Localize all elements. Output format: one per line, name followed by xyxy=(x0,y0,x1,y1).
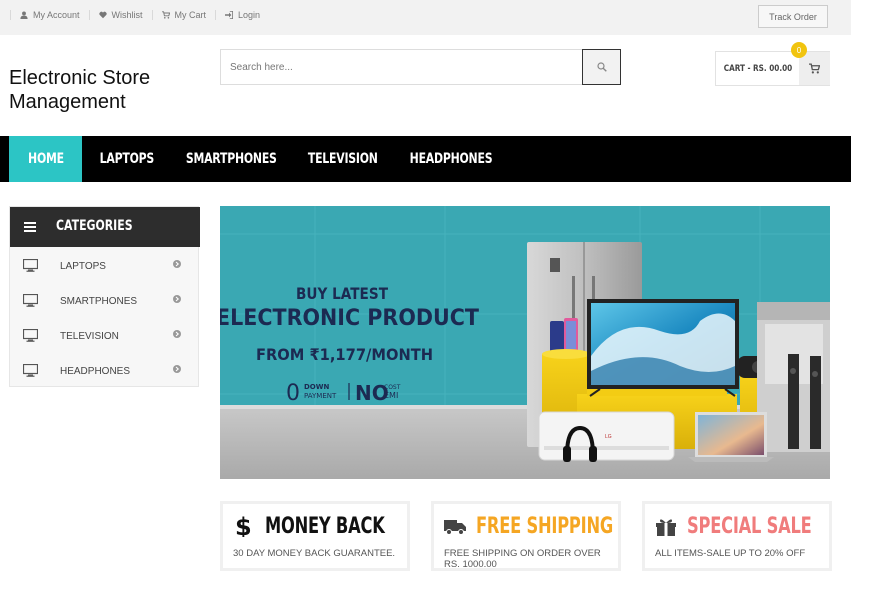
cart-icon-box xyxy=(799,52,830,85)
my-cart-label: My Cart xyxy=(174,10,207,20)
cart-icon xyxy=(161,11,170,19)
monitor-icon xyxy=(23,364,38,377)
nav-laptops[interactable]: LAPTOPS xyxy=(90,136,164,182)
category-label: LAPTOPS xyxy=(60,261,106,272)
feature-free-shipping: FREE SHIPPING FREE SHIPPING ON ORDER OVE… xyxy=(431,501,621,571)
category-item-smartphones[interactable]: SMARTPHONES xyxy=(10,284,200,319)
svg-text:EMI: EMI xyxy=(384,391,398,400)
cart-count-badge: 0 xyxy=(791,42,807,58)
svg-text:$: $ xyxy=(235,515,252,537)
truck-icon xyxy=(444,520,466,535)
category-label: SMARTPHONES xyxy=(60,296,138,307)
svg-text:PAYMENT: PAYMENT xyxy=(304,392,337,400)
svg-text:DOWN: DOWN xyxy=(304,383,329,391)
search-button[interactable] xyxy=(582,49,621,85)
nav-television[interactable]: TELEVISION xyxy=(298,136,388,182)
wishlist-link[interactable]: Wishlist xyxy=(88,10,152,20)
category-item-headphones[interactable]: HEADPHONES xyxy=(10,354,200,389)
banner-line-3: FROM ₹1,177/MONTH xyxy=(256,345,433,364)
store-title[interactable]: Electronic Store Management xyxy=(9,66,209,114)
chevron-circle-right-icon xyxy=(173,330,181,338)
feature-title: MONEY BACK xyxy=(265,514,385,539)
monitor-icon xyxy=(23,294,38,307)
feature-desc: FREE SHIPPING ON ORDER OVER RS. 1000.00 xyxy=(444,548,601,570)
category-label: TELEVISION xyxy=(60,331,119,342)
nav-laptops-label: LAPTOPS xyxy=(99,151,155,167)
categories-panel: CATEGORIES LAPTOPS SMARTPHONES TELEVISIO… xyxy=(9,206,200,389)
cart-icon xyxy=(809,63,820,74)
search-icon xyxy=(596,62,607,72)
nav-home[interactable]: HOME xyxy=(9,136,82,182)
feature-desc: 30 DAY MONEY BACK GUARANTEE. xyxy=(233,548,396,559)
monitor-icon xyxy=(23,259,38,272)
nav-smartphones[interactable]: SMARTPHONES xyxy=(172,136,290,182)
login-link[interactable]: Login xyxy=(215,10,269,20)
menu-icon xyxy=(24,222,36,232)
feature-desc: ALL ITEMS-SALE UP TO 20% OFF xyxy=(655,548,806,559)
monitor-icon xyxy=(23,329,38,342)
nav-television-label: TELEVISION xyxy=(308,151,378,167)
main-nav: HOME LAPTOPS SMARTPHONES TELEVISION HEAD… xyxy=(0,136,851,182)
feature-special-sale: SPECIAL SALE ALL ITEMS-SALE UP TO 20% OF… xyxy=(642,501,832,571)
sign-in-icon xyxy=(225,11,234,19)
search-input[interactable] xyxy=(221,50,582,84)
nav-home-label: HOME xyxy=(27,151,64,167)
wishlist-label: Wishlist xyxy=(111,10,143,20)
cart-total: CART - RS. 00.00 xyxy=(723,63,793,74)
categories-title: CATEGORIES xyxy=(56,218,133,234)
chevron-circle-right-icon xyxy=(173,365,181,373)
store-title-line1: Electronic Store xyxy=(9,67,151,89)
top-links: My Account Wishlist My Cart Login xyxy=(10,10,269,20)
user-icon xyxy=(20,11,28,19)
store-title-line2: Management xyxy=(9,91,126,113)
cart-button[interactable]: CART - RS. 00.00 xyxy=(715,51,830,86)
top-bar: My Account Wishlist My Cart Login Track … xyxy=(0,0,851,35)
categories-header[interactable]: CATEGORIES xyxy=(10,207,200,247)
banner-line-2: ELECTRONIC PRODUCT xyxy=(220,306,479,331)
banner-artwork: LG BUY LATEST ELECTRONIC PRODUCT FROM ₹1… xyxy=(220,206,830,479)
my-cart-link[interactable]: My Cart xyxy=(151,10,216,20)
feature-money-back: $ MONEY BACK 30 DAY MONEY BACK GUARANTEE… xyxy=(220,501,410,571)
gift-icon xyxy=(656,519,676,536)
category-item-television[interactable]: TELEVISION xyxy=(10,319,200,354)
promo-banner[interactable]: LG BUY LATEST ELECTRONIC PRODUCT FROM ₹1… xyxy=(220,206,830,479)
category-item-laptops[interactable]: LAPTOPS xyxy=(10,249,200,284)
feature-title: SPECIAL SALE xyxy=(687,514,812,539)
heart-icon xyxy=(98,11,107,19)
category-label: HEADPHONES xyxy=(60,366,131,377)
track-order-button[interactable]: Track Order xyxy=(758,5,828,28)
nav-headphones[interactable]: HEADPHONES xyxy=(396,136,505,182)
my-account-label: My Account xyxy=(33,10,80,20)
chevron-circle-right-icon xyxy=(173,295,181,303)
banner-line-1: BUY LATEST xyxy=(296,284,388,303)
svg-text:0: 0 xyxy=(286,381,300,406)
dollar-icon: $ xyxy=(235,515,252,537)
feature-title: FREE SHIPPING xyxy=(476,514,614,539)
search-bar xyxy=(220,49,621,85)
svg-text:COST: COST xyxy=(384,384,401,391)
chevron-circle-right-icon xyxy=(173,260,181,268)
my-account-link[interactable]: My Account xyxy=(10,10,89,20)
nav-smartphones-label: SMARTPHONES xyxy=(185,151,277,167)
nav-headphones-label: HEADPHONES xyxy=(409,151,492,167)
svg-text:LG: LG xyxy=(605,434,612,440)
login-label: Login xyxy=(238,10,261,20)
